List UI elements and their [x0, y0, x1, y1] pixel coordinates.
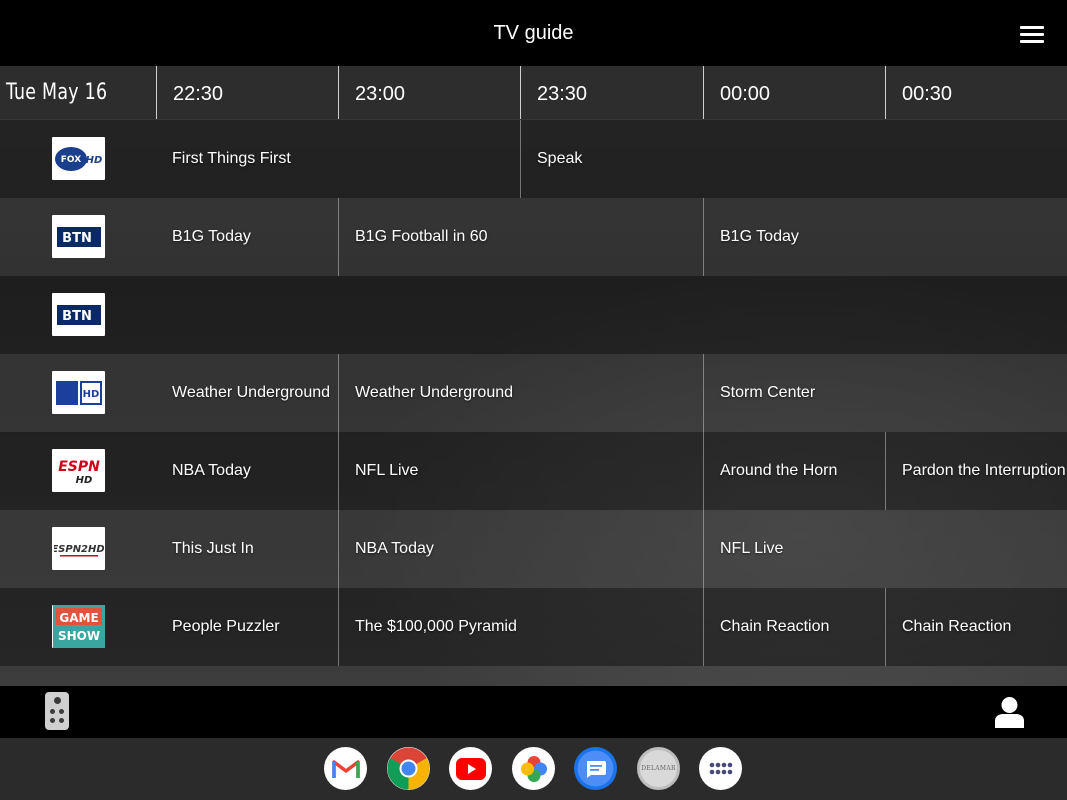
- gmail-icon[interactable]: [324, 747, 367, 790]
- time-slot: 22:30: [156, 66, 338, 119]
- program-cell[interactable]: People Puzzler: [156, 588, 338, 666]
- svg-text:BTN: BTN: [62, 231, 92, 246]
- chrome-icon[interactable]: [387, 747, 430, 790]
- espn2-hd-logo[interactable]: ESPN2HD: [52, 527, 105, 570]
- program-cell[interactable]: First Things First: [156, 120, 520, 198]
- btn-logo[interactable]: BTN: [52, 215, 105, 258]
- delamar-icon[interactable]: DELAMAR: [637, 747, 680, 790]
- time-slot: 23:00: [338, 66, 520, 119]
- svg-text:HD: HD: [85, 155, 102, 166]
- time-slot: 00:00: [703, 66, 885, 119]
- espn-hd-logo[interactable]: ESPN HD: [52, 449, 105, 492]
- program-cell[interactable]: Around the Horn: [703, 432, 885, 510]
- delamar-label: DELAMAR: [641, 765, 676, 772]
- program-cell[interactable]: NBA Today: [338, 510, 703, 588]
- svg-text:ESPN: ESPN: [58, 459, 100, 475]
- svg-text:SHOW: SHOW: [57, 629, 99, 643]
- program-cell[interactable]: NFL Live: [338, 432, 703, 510]
- guide-date: Tue May 16: [6, 80, 108, 105]
- program-cell[interactable]: Storm Center: [703, 354, 1067, 432]
- weather-channel-hd-logo[interactable]: HD: [52, 371, 105, 414]
- program-cell[interactable]: Weather Underground: [338, 354, 703, 432]
- game-show-network-logo[interactable]: GAME SHOW: [52, 605, 105, 648]
- svg-text:ESPN2HD: ESPN2HD: [54, 544, 104, 555]
- program-cell[interactable]: NBA Today: [156, 432, 338, 510]
- program-cell[interactable]: The $100,000 Pyramid: [338, 588, 703, 666]
- page-title: TV guide: [493, 22, 574, 44]
- messages-icon[interactable]: [574, 747, 617, 790]
- person-icon[interactable]: [994, 695, 1025, 728]
- program-cell[interactable]: Speak: [520, 120, 1067, 198]
- svg-text:HD: HD: [82, 389, 99, 400]
- channel-row: [0, 276, 1067, 354]
- program-cell[interactable]: B1G Football in 60: [338, 198, 703, 276]
- hamburger-menu-icon[interactable]: [1018, 24, 1048, 44]
- program-cell[interactable]: Weather Underground: [156, 354, 338, 432]
- program-cell[interactable]: Chain Reaction: [703, 588, 885, 666]
- svg-text:FOX: FOX: [60, 155, 80, 165]
- youtube-icon[interactable]: [449, 747, 492, 790]
- remote-control-icon[interactable]: [45, 692, 69, 730]
- top-bar: TV guide: [0, 0, 1067, 66]
- time-slot: 23:30: [520, 66, 703, 119]
- program-cell[interactable]: B1G Today: [703, 198, 1067, 276]
- program-cell[interactable]: Pardon the Interruption: [885, 432, 1067, 510]
- program-cell[interactable]: Chain Reaction: [885, 588, 1067, 666]
- photos-icon[interactable]: [512, 747, 555, 790]
- program-cell[interactable]: NFL Live: [703, 510, 1067, 588]
- app-drawer-icon[interactable]: [699, 747, 742, 790]
- svg-text:HD: HD: [75, 475, 92, 486]
- program-cell[interactable]: This Just In: [156, 510, 338, 588]
- svg-text:GAME: GAME: [59, 611, 98, 625]
- btn-logo[interactable]: BTN: [52, 293, 105, 336]
- bottom-bar: [0, 686, 1067, 738]
- program-cell[interactable]: B1G Today: [156, 198, 338, 276]
- svg-text:BTN: BTN: [62, 309, 92, 324]
- fox-sports-hd-logo[interactable]: FOX HD: [52, 137, 105, 180]
- time-slot: 00:30: [885, 66, 1067, 119]
